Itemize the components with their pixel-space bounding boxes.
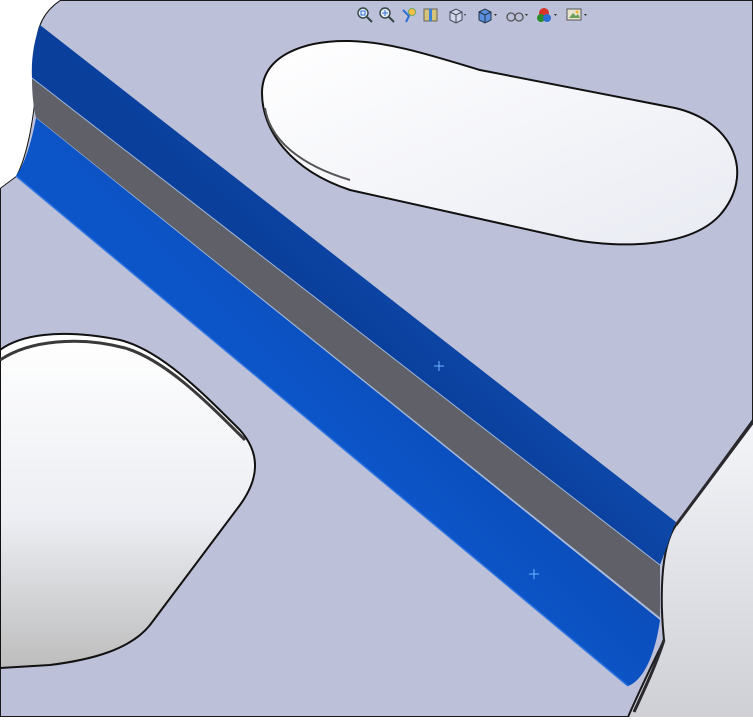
edit-appearance-icon	[537, 8, 557, 22]
section-view-icon	[423, 8, 438, 22]
heads-up-view-toolbar	[354, 4, 592, 26]
hide-show-items-button[interactable]	[502, 4, 532, 26]
zoom-to-area-button[interactable]	[376, 4, 398, 26]
previous-view-icon	[402, 8, 416, 23]
hide-show-items-icon	[506, 12, 528, 22]
previous-view-button[interactable]	[398, 4, 420, 26]
view-orientation-button[interactable]	[442, 4, 472, 26]
zoom-to-fit-icon	[357, 7, 373, 23]
model-view[interactable]	[0, 0, 753, 718]
graphics-area[interactable]	[0, 0, 753, 718]
display-style-icon	[478, 8, 497, 24]
zoom-to-area-icon	[379, 7, 395, 23]
apply-scene-button[interactable]	[562, 4, 592, 26]
apply-scene-icon	[566, 8, 587, 21]
section-view-button[interactable]	[420, 4, 442, 26]
view-orientation-icon	[449, 8, 466, 24]
edit-appearance-button[interactable]	[532, 4, 562, 26]
display-style-button[interactable]	[472, 4, 502, 26]
zoom-to-fit-button[interactable]	[354, 4, 376, 26]
